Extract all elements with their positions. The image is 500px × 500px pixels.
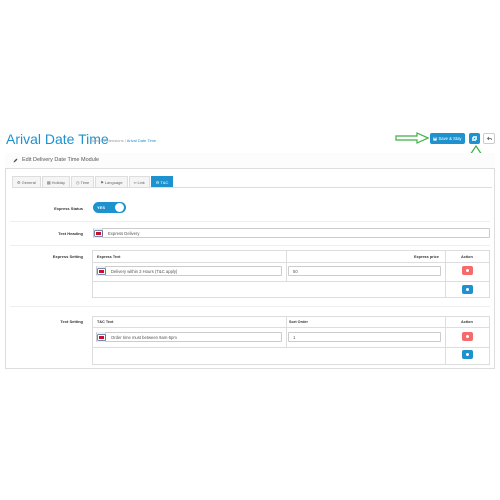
tab-label: Link: [137, 179, 145, 185]
gear-icon: ⚙: [155, 179, 160, 185]
tab-label: Time: [80, 179, 90, 185]
language-icon: ⚑: [100, 179, 104, 185]
panel-title: Edit Delivery Date Time Module: [13, 157, 99, 163]
express-setting-label: Express Setting: [52, 254, 83, 259]
column-divider: [286, 317, 287, 347]
sort-order-field[interactable]: 1: [288, 332, 441, 342]
row-divider: [93, 281, 489, 282]
reply-icon: [486, 136, 492, 141]
breadcrumb: Home / Extensions / Arival Date Time: [90, 138, 157, 143]
row-divider: [93, 347, 489, 348]
breadcrumb-current[interactable]: Arival Date Time: [127, 138, 156, 143]
uk-flag-icon: [97, 332, 106, 342]
remove-row-button[interactable]: [462, 266, 473, 275]
tc-text-value: Order time must between 9am-5pm: [111, 334, 177, 340]
divider: [10, 221, 490, 222]
tab-general[interactable]: ⚙ General: [12, 176, 41, 187]
panel-title-text: Edit Delivery Date Time Module: [22, 157, 100, 163]
tab-tc[interactable]: ⚙ T&C: [150, 176, 174, 187]
minus-circle-icon: [466, 269, 469, 272]
column-header: Sort Order: [289, 320, 308, 324]
divider: [10, 245, 490, 246]
column-header: Express price: [414, 255, 439, 259]
tab-label: Holiday: [51, 179, 65, 185]
back-button[interactable]: [483, 133, 495, 144]
column-header: Action: [461, 320, 473, 324]
column-divider: [286, 251, 287, 281]
tab-label: T&C: [160, 179, 169, 185]
clock-icon: ◷: [75, 179, 80, 185]
save-stay-button[interactable]: Save & Stay: [430, 133, 465, 144]
uk-flag-icon: [94, 228, 103, 238]
pencil-icon: [13, 158, 18, 162]
text-heading-value: Express Delivery: [108, 230, 140, 236]
tab-holiday[interactable]: ▦ Holiday: [41, 176, 70, 187]
calendar-icon: ▦: [46, 179, 51, 185]
express-price-field[interactable]: 50: [288, 266, 441, 276]
column-header: T&C Text: [97, 320, 114, 324]
express-text-value: Delivery within 3 Hours (T&C apply): [111, 268, 178, 274]
uk-flag-icon: [97, 266, 106, 276]
save-icon: [433, 136, 438, 141]
toggle-text: YES: [97, 205, 106, 210]
text-heading-field[interactable]: Express Delivery: [93, 228, 490, 238]
add-row-button[interactable]: [462, 285, 473, 294]
tab-link[interactable]: ∞ Link: [128, 176, 150, 187]
tab-label: General: [21, 179, 36, 185]
plus-circle-icon: [466, 288, 469, 291]
row-divider: [93, 327, 489, 328]
breadcrumb-extensions[interactable]: Extensions: [104, 138, 124, 143]
express-text-field[interactable]: Delivery within 3 Hours (T&C apply): [96, 266, 282, 276]
copy-icon: [472, 136, 477, 141]
column-divider: [445, 251, 446, 297]
tab-time[interactable]: ◷ Time: [70, 176, 95, 187]
tc-text-field[interactable]: Order time must between 9am-5pm: [96, 332, 282, 342]
sort-order-value: 1: [293, 334, 296, 340]
column-header: Action: [461, 255, 473, 259]
column-header: Express Text: [97, 255, 121, 259]
tab-label: Language: [104, 179, 123, 185]
save-stay-label: Save & Stay: [438, 136, 462, 141]
text-heading-label: Text Heading: [58, 231, 83, 236]
annotation-arrow-save: [395, 132, 429, 144]
breadcrumb-home[interactable]: Home: [90, 138, 101, 143]
column-divider: [445, 317, 446, 364]
row-divider: [93, 262, 489, 263]
text-setting-label: Text Setting: [60, 319, 83, 324]
toggle-knob: [115, 203, 124, 212]
add-row-button[interactable]: [462, 350, 473, 359]
divider: [10, 306, 490, 307]
express-price-value: 50: [293, 268, 298, 274]
plus-circle-icon: [466, 353, 469, 356]
tab-language[interactable]: ⚑ Language: [95, 176, 128, 187]
gear-icon: ⚙: [17, 179, 21, 185]
express-status-label: Express Status: [54, 206, 83, 211]
remove-row-button[interactable]: [462, 332, 473, 341]
tab-divider: [12, 187, 492, 188]
copy-button[interactable]: [469, 133, 480, 144]
link-icon: ∞: [133, 179, 137, 185]
minus-circle-icon: [466, 335, 469, 338]
